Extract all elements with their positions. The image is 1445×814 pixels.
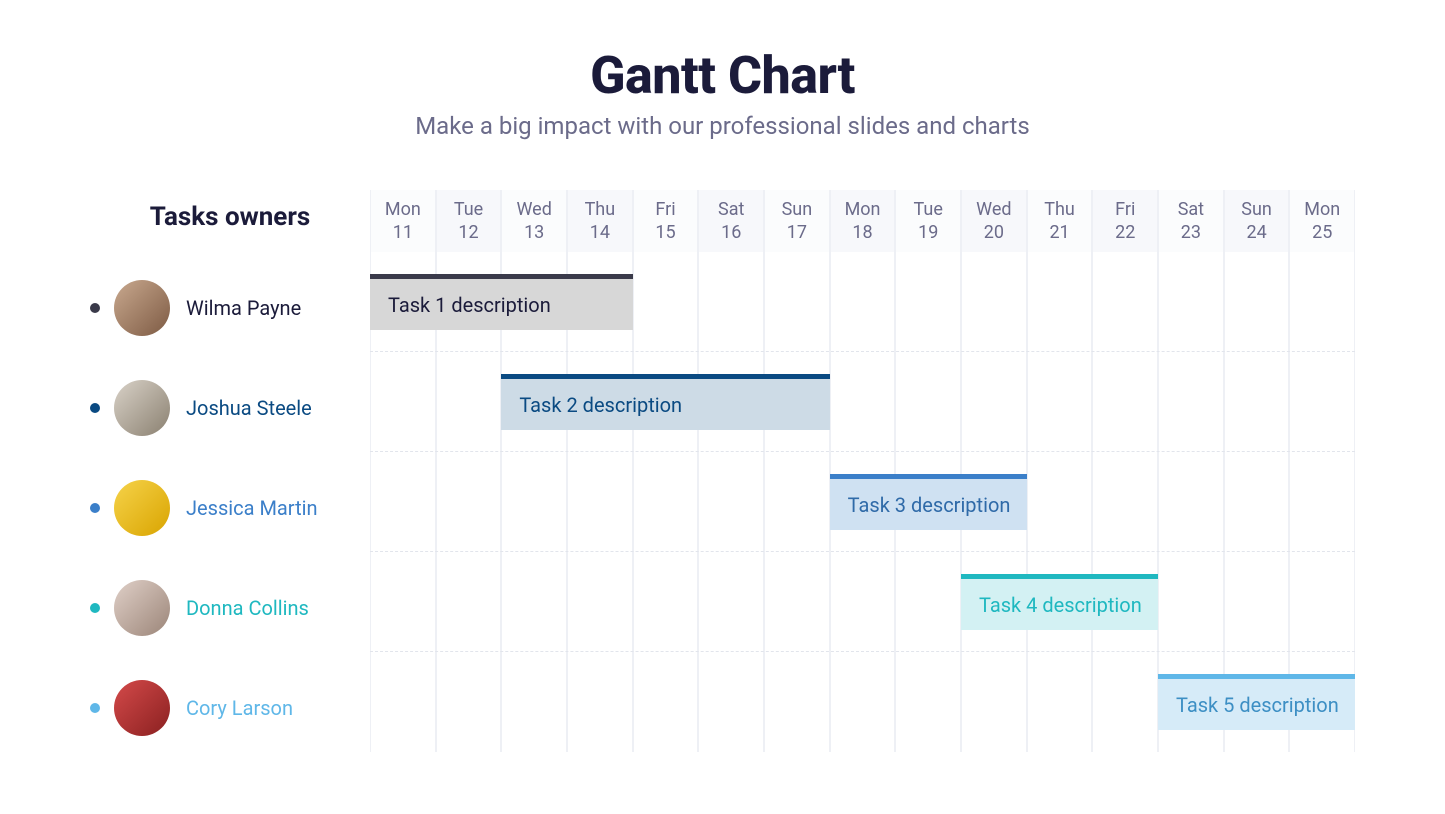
owner-name: Jessica Martin — [186, 496, 318, 520]
day-header: Sun17 — [764, 190, 830, 252]
gantt-grid: Task 1 description Task 2 description Task… — [370, 252, 1355, 752]
gantt-area: Mon11Tue12Wed13Thu14Fri15Sat16Sun17Mon18… — [370, 190, 1355, 758]
owner-row: Jessica Martin — [90, 458, 370, 558]
chart-content: Tasks owners Wilma Payne Joshua Steele Jes… — [0, 190, 1445, 758]
day-of-week: Wed — [502, 198, 566, 221]
day-number: 22 — [1093, 221, 1157, 244]
task-label: Task 4 description — [979, 593, 1142, 617]
owner-avatar — [114, 280, 170, 336]
owner-avatar — [114, 580, 170, 636]
day-of-week: Sat — [699, 198, 763, 221]
chart-title: Gantt Chart — [0, 45, 1445, 106]
task-row: Task 3 description — [370, 452, 1355, 552]
day-number: 19 — [896, 221, 960, 244]
chart-subtitle: Make a big impact with our professional … — [0, 112, 1445, 140]
day-header: Sat16 — [698, 190, 764, 252]
task-label: Task 1 description — [388, 293, 551, 317]
owner-name: Joshua Steele — [186, 396, 312, 420]
day-of-week: Sun — [1225, 198, 1289, 221]
owner-name: Wilma Payne — [186, 296, 301, 320]
day-of-week: Fri — [634, 198, 698, 221]
day-of-week: Sun — [765, 198, 829, 221]
day-header: Mon18 — [830, 190, 896, 252]
owner-row: Wilma Payne — [90, 258, 370, 358]
task-row: Task 2 description — [370, 352, 1355, 452]
day-header: Tue12 — [436, 190, 502, 252]
owner-color-dot — [90, 303, 100, 313]
day-of-week: Thu — [568, 198, 632, 221]
owners-column: Tasks owners Wilma Payne Joshua Steele Jes… — [90, 190, 370, 758]
owner-color-dot — [90, 403, 100, 413]
day-number: 11 — [371, 221, 435, 244]
day-header: Sun24 — [1224, 190, 1290, 252]
day-header: Tue19 — [895, 190, 961, 252]
day-header: Wed13 — [501, 190, 567, 252]
day-of-week: Mon — [1290, 198, 1354, 221]
day-of-week: Sat — [1159, 198, 1223, 221]
day-header: Wed20 — [961, 190, 1027, 252]
day-header: Thu14 — [567, 190, 633, 252]
day-number: 17 — [765, 221, 829, 244]
day-number: 18 — [831, 221, 895, 244]
day-header: Mon25 — [1289, 190, 1355, 252]
owner-color-dot — [90, 503, 100, 513]
task-bar[interactable]: Task 1 description — [370, 274, 633, 330]
chart-header: Gantt Chart Make a big impact with our p… — [0, 0, 1445, 140]
day-header: Sat23 — [1158, 190, 1224, 252]
day-of-week: Mon — [371, 198, 435, 221]
task-bar[interactable]: Task 2 description — [501, 374, 829, 430]
day-header: Fri22 — [1092, 190, 1158, 252]
day-header: Fri15 — [633, 190, 699, 252]
owner-row: Joshua Steele — [90, 358, 370, 458]
day-number: 23 — [1159, 221, 1223, 244]
day-number: 13 — [502, 221, 566, 244]
owner-avatar — [114, 380, 170, 436]
day-of-week: Tue — [437, 198, 501, 221]
task-bar[interactable]: Task 3 description — [830, 474, 1027, 530]
day-of-week: Wed — [962, 198, 1026, 221]
day-header: Mon11 — [370, 190, 436, 252]
owner-name: Cory Larson — [186, 696, 293, 720]
day-header-row: Mon11Tue12Wed13Thu14Fri15Sat16Sun17Mon18… — [370, 190, 1355, 252]
day-number: 16 — [699, 221, 763, 244]
task-label: Task 3 description — [848, 493, 1011, 517]
day-number: 20 — [962, 221, 1026, 244]
task-bar[interactable]: Task 5 description — [1158, 674, 1355, 730]
owner-avatar — [114, 680, 170, 736]
day-number: 24 — [1225, 221, 1289, 244]
day-number: 15 — [634, 221, 698, 244]
owner-row: Cory Larson — [90, 658, 370, 758]
day-of-week: Fri — [1093, 198, 1157, 221]
owner-color-dot — [90, 703, 100, 713]
day-number: 14 — [568, 221, 632, 244]
day-number: 21 — [1028, 221, 1092, 244]
owners-heading: Tasks owners — [90, 190, 370, 258]
task-row: Task 5 description — [370, 652, 1355, 752]
owner-row: Donna Collins — [90, 558, 370, 658]
day-number: 25 — [1290, 221, 1354, 244]
day-header: Thu21 — [1027, 190, 1093, 252]
task-label: Task 2 description — [519, 393, 682, 417]
day-of-week: Thu — [1028, 198, 1092, 221]
owner-color-dot — [90, 603, 100, 613]
task-row: Task 4 description — [370, 552, 1355, 652]
owner-name: Donna Collins — [186, 596, 309, 620]
day-of-week: Mon — [831, 198, 895, 221]
day-of-week: Tue — [896, 198, 960, 221]
task-row: Task 1 description — [370, 252, 1355, 352]
task-label: Task 5 description — [1176, 693, 1339, 717]
owner-avatar — [114, 480, 170, 536]
day-number: 12 — [437, 221, 501, 244]
task-bar[interactable]: Task 4 description — [961, 574, 1158, 630]
